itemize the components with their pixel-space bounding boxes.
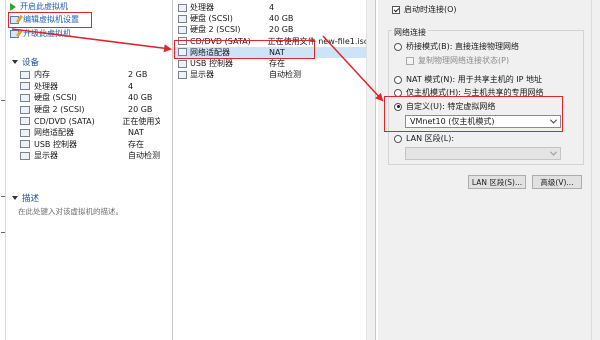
annotation-arrows (11, 28, 384, 102)
arrow-to-network-adapter (11, 28, 172, 53)
arrow-to-custom-network (322, 35, 384, 102)
